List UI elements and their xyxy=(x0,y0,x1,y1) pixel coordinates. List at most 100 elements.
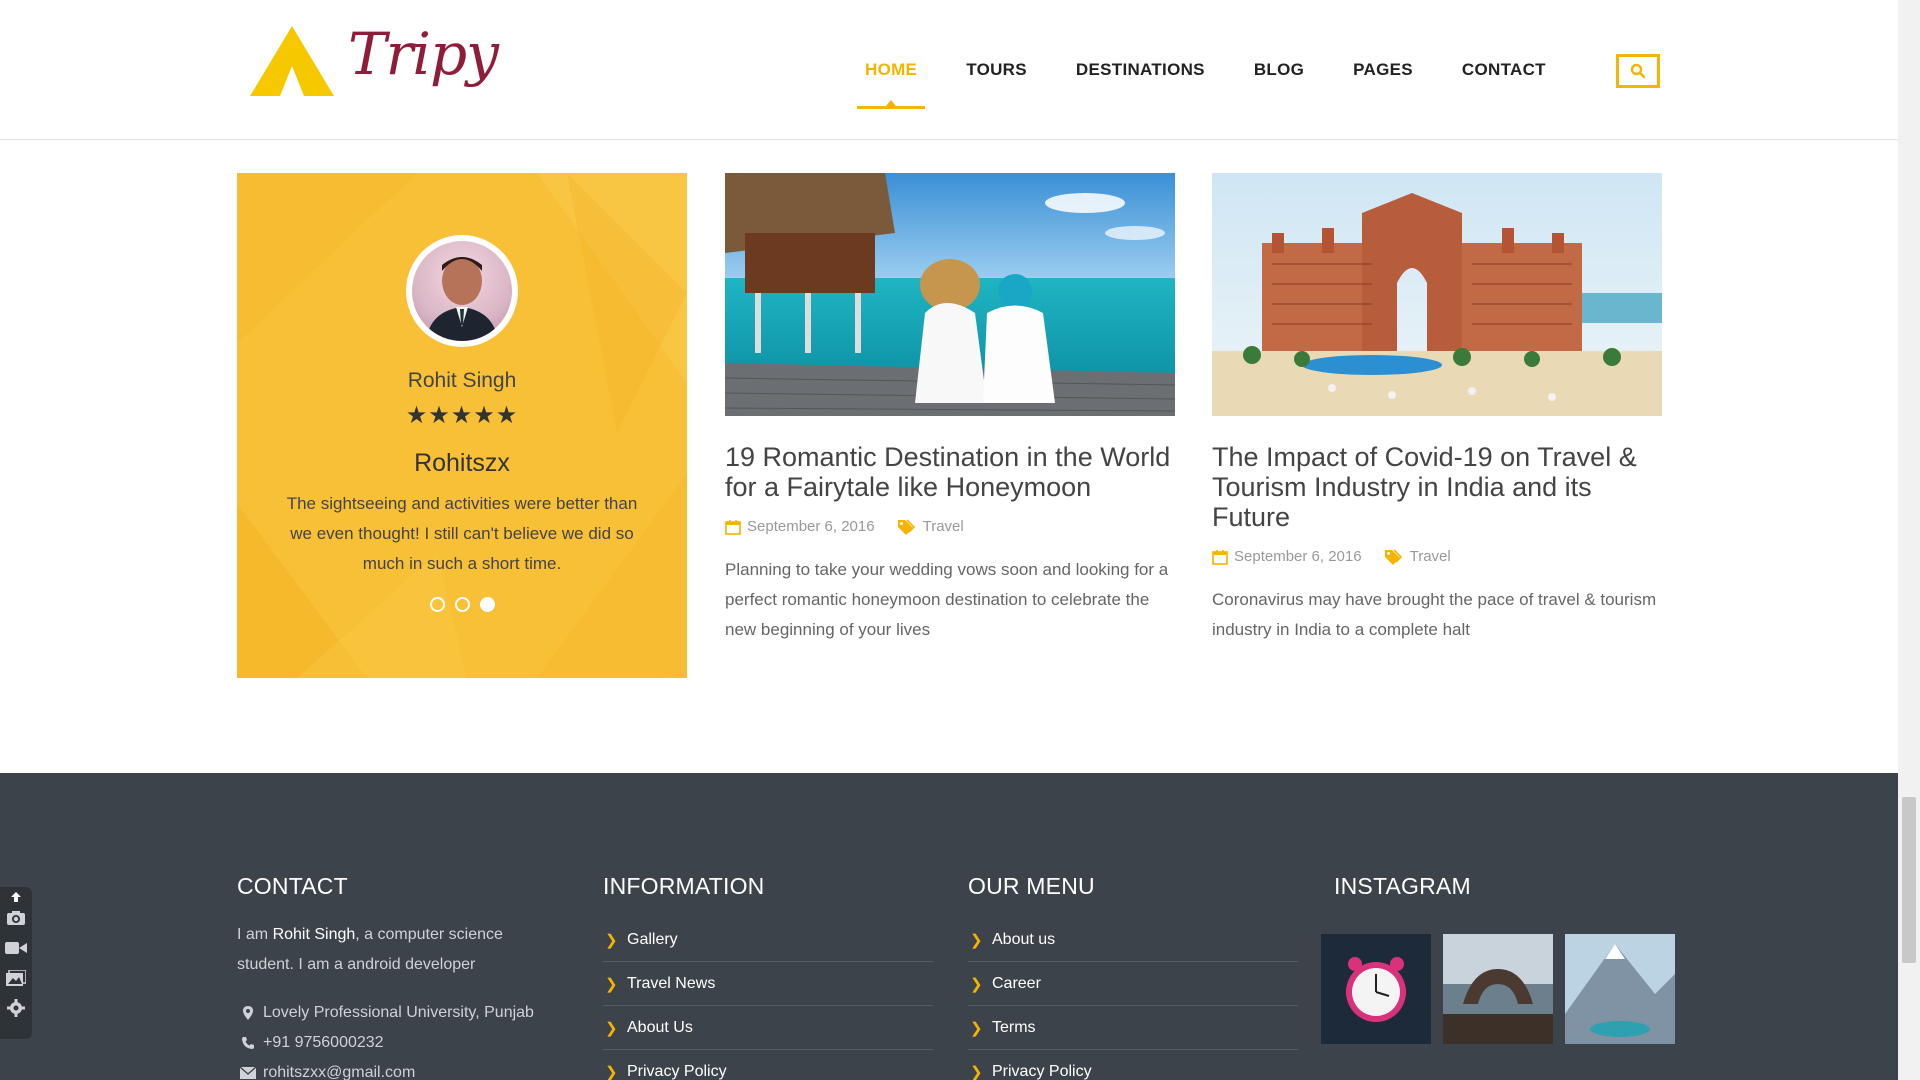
page: Tripy HOME TOURS DESTINATIONS BLOG PAGES… xyxy=(0,0,1920,1080)
link-label: Terms xyxy=(992,1018,1036,1036)
carousel-dot-3[interactable] xyxy=(479,597,495,612)
contact-address-text: Lovely Professional University, Punjab xyxy=(263,1004,534,1021)
link-label: About us xyxy=(992,930,1056,948)
info-link-about-us[interactable]: ❯ About Us xyxy=(603,1006,933,1050)
search-button[interactable] xyxy=(1616,54,1660,88)
main-nav: HOME TOURS DESTINATIONS BLOG PAGES CONTA… xyxy=(857,0,1595,140)
instagram-photo-mountains[interactable] xyxy=(1565,934,1675,1044)
link-label: Gallery xyxy=(627,930,678,948)
post-excerpt: Planning to take your wedding vows soon … xyxy=(725,560,1169,639)
instagram-grid xyxy=(1321,934,1675,1044)
information-links: ❯ Gallery ❯ Travel News ❯ About Us ❯ Privacy… xyxy=(603,918,933,1080)
info-link-gallery[interactable]: ❯ Gallery xyxy=(603,918,933,962)
chevron-right-icon: ❯ xyxy=(970,1019,983,1037)
post-date: September 6, 2016 xyxy=(747,518,875,535)
footer-information-heading: INFORMATION xyxy=(603,873,765,899)
carousel-dot-2[interactable] xyxy=(454,597,470,612)
post-title[interactable]: 19 Romantic Destination in the World for… xyxy=(725,442,1175,502)
reviewer-handle: Rohitszx xyxy=(414,449,510,477)
nav-pages[interactable]: PAGES xyxy=(1353,0,1413,140)
scrollbar-thumb[interactable] xyxy=(1902,797,1916,963)
footer-menu: OUR MENU ❯ About us ❯ Career ❯ Terms ❯ Priva… xyxy=(968,873,1298,1080)
contact-email[interactable]: rohitszxx@gmail.com xyxy=(237,1058,534,1080)
footer-instagram: INSTAGRAM xyxy=(1321,873,1675,1044)
gallery-icon[interactable] xyxy=(3,963,29,993)
post-title[interactable]: The Impact of Covid-19 on Travel & Touri… xyxy=(1212,442,1662,532)
instagram-photo-sea-arch[interactable] xyxy=(1443,934,1553,1044)
tent-logo-icon xyxy=(250,26,334,96)
site-footer: CONTACT I am Rohit Singh, a computer sci… xyxy=(0,773,1898,1080)
footer-information: INFORMATION ❯ Gallery ❯ Travel News ❯ About… xyxy=(603,873,933,1080)
nav-contact[interactable]: CONTACT xyxy=(1462,0,1546,140)
nav-active-underline xyxy=(857,106,926,109)
footer-contact-intro: I am Rohit Singh, a computer science stu… xyxy=(237,920,527,980)
nav-home[interactable]: HOME xyxy=(857,0,926,140)
chevron-right-icon: ❯ xyxy=(970,1063,983,1080)
menu-link-privacy-policy[interactable]: ❯ Privacy Policy xyxy=(968,1050,1298,1080)
page-scrollbar[interactable] xyxy=(1898,0,1920,1080)
gear-icon[interactable] xyxy=(3,993,29,1023)
nav-tours[interactable]: TOURS xyxy=(966,0,1027,140)
pin-icon[interactable] xyxy=(3,891,29,903)
menu-link-career[interactable]: ❯ Career xyxy=(968,962,1298,1006)
nav-destinations[interactable]: DESTINATIONS xyxy=(1076,0,1205,140)
testimonial-quote: The sightseeing and activities were bett… xyxy=(286,494,638,573)
info-link-privacy-policy[interactable]: ❯ Privacy Policy xyxy=(603,1050,933,1080)
post-category[interactable]: Travel xyxy=(1410,548,1451,565)
menu-link-terms[interactable]: ❯ Terms xyxy=(968,1006,1298,1050)
nav-destinations-label: DESTINATIONS xyxy=(1075,60,1205,79)
calendar-icon xyxy=(725,519,741,535)
post-category[interactable]: Travel xyxy=(923,518,964,535)
camera-icon[interactable] xyxy=(3,903,29,933)
carousel-dot-1[interactable] xyxy=(429,597,445,612)
rating-stars: ★★★★★ xyxy=(405,402,519,429)
info-link-travel-news[interactable]: ❯ Travel News xyxy=(603,962,933,1006)
carousel-dots xyxy=(237,597,687,612)
chevron-right-icon: ❯ xyxy=(970,931,983,949)
footer-instagram-heading: INSTAGRAM xyxy=(1334,873,1471,899)
contact-phone-text: +91 9756000232 xyxy=(263,1034,384,1051)
post-meta: September 6, 2016 Travel xyxy=(1212,548,1662,565)
contact-phone[interactable]: +91 9756000232 xyxy=(237,1028,534,1058)
reviewer-photo xyxy=(412,241,512,341)
menu-link-about-us[interactable]: ❯ About us xyxy=(968,918,1298,962)
post-excerpt: Coronavirus may have brought the pace of… xyxy=(1212,590,1657,639)
footer-contact: CONTACT I am Rohit Singh, a computer sci… xyxy=(237,873,534,1080)
nav-pages-label: PAGES xyxy=(1353,60,1413,79)
contact-email-text: rohitszxx@gmail.com xyxy=(263,1064,416,1080)
reviewer-name: Rohit Singh xyxy=(407,369,517,392)
map-pin-icon xyxy=(237,1006,259,1020)
chevron-right-icon: ❯ xyxy=(605,975,618,993)
menu-links: ❯ About us ❯ Career ❯ Terms ❯ Privacy Policy xyxy=(968,918,1298,1080)
post-image-covid[interactable] xyxy=(1212,173,1662,416)
person-portrait xyxy=(426,257,498,341)
site-logo[interactable]: Tripy xyxy=(248,20,499,120)
video-camera-icon[interactable] xyxy=(3,933,29,963)
blog-card: 19 Romantic Destination in the World for… xyxy=(725,173,1175,645)
post-date: September 6, 2016 xyxy=(1234,548,1362,565)
footer-menu-heading: OUR MENU xyxy=(968,873,1095,899)
tags-icon xyxy=(897,518,917,535)
beach-couple-image xyxy=(725,173,1175,416)
resort-image xyxy=(1212,173,1662,416)
logo-text: Tripy xyxy=(348,20,499,88)
calendar-icon xyxy=(1212,549,1228,565)
footer-contact-heading: CONTACT xyxy=(237,873,348,899)
blog-card: The Impact of Covid-19 on Travel & Touri… xyxy=(1212,173,1662,645)
nav-blog[interactable]: BLOG xyxy=(1254,0,1304,140)
instagram-photo-clock[interactable] xyxy=(1321,934,1431,1044)
floating-toolbar xyxy=(0,887,32,1039)
post-image-honeymoon[interactable] xyxy=(725,173,1175,416)
nav-contact-label: CONTACT xyxy=(1461,60,1546,79)
envelope-icon xyxy=(237,1067,259,1079)
chevron-right-icon: ❯ xyxy=(605,1019,618,1037)
link-label: Career xyxy=(992,974,1041,992)
search-icon xyxy=(1630,63,1646,79)
nav-home-label: HOME xyxy=(865,60,918,79)
link-label: Privacy Policy xyxy=(627,1062,727,1080)
contact-details: Lovely Professional University, Punjab +… xyxy=(237,998,534,1080)
contact-address: Lovely Professional University, Punjab xyxy=(237,998,534,1028)
post-meta: September 6, 2016 Travel xyxy=(725,518,1175,535)
link-label: About Us xyxy=(627,1018,693,1036)
phone-icon xyxy=(237,1036,259,1050)
